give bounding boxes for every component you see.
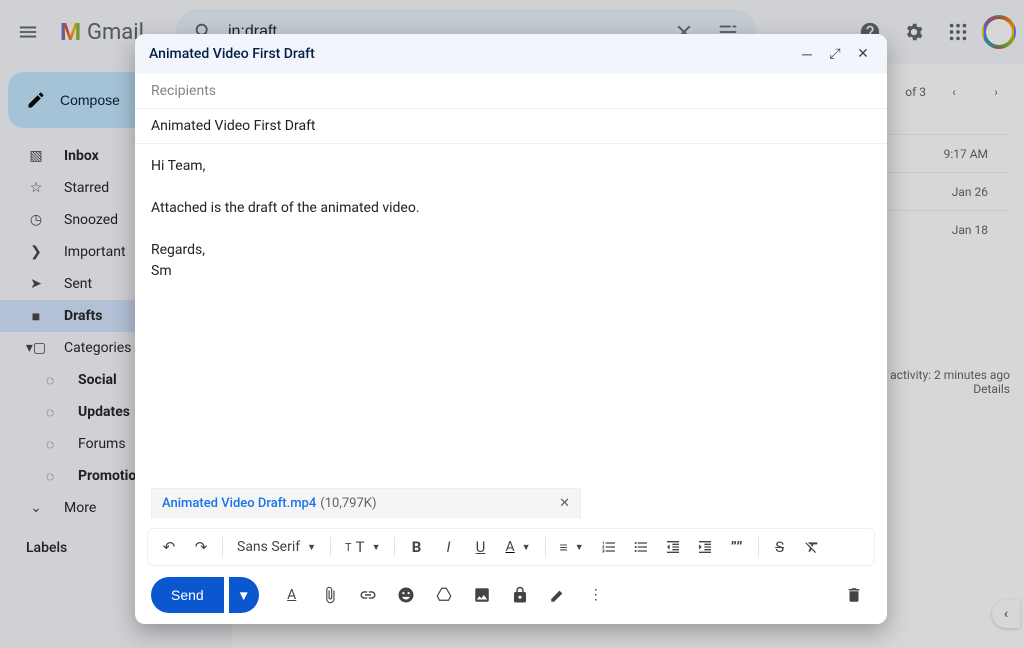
insert-photo-button[interactable] xyxy=(465,578,499,612)
send-bar: Send ▼ A ⋮ xyxy=(135,566,887,624)
recipients-field[interactable]: Recipients xyxy=(135,74,887,109)
remove-attachment-button[interactable]: ✕ xyxy=(559,496,570,511)
indent-more-button[interactable] xyxy=(690,532,720,562)
align-button[interactable]: ≡▼ xyxy=(552,532,592,562)
font-size-select[interactable]: TT▼ xyxy=(337,532,388,562)
minimize-button[interactable]: ─ xyxy=(797,44,817,64)
confidential-mode-button[interactable] xyxy=(503,578,537,612)
redo-button[interactable]: ↷ xyxy=(186,532,216,562)
expand-button[interactable]: ⤢ xyxy=(825,44,845,64)
text-color-button[interactable]: A▼ xyxy=(497,532,538,562)
underline-button[interactable]: U xyxy=(465,532,495,562)
format-toolbar: ↶ ↷ Sans Serif▼ TT▼ B I U A▼ ≡▼ ”” S xyxy=(147,528,875,566)
bold-button[interactable]: B xyxy=(401,532,431,562)
insert-signature-button[interactable] xyxy=(541,578,575,612)
discard-draft-button[interactable] xyxy=(837,578,871,612)
send-options-button[interactable]: ▼ xyxy=(229,577,259,613)
more-options-button[interactable]: ⋮ xyxy=(579,578,613,612)
format-toggle-button[interactable]: A xyxy=(275,578,309,612)
remove-formatting-button[interactable] xyxy=(797,532,827,562)
insert-drive-button[interactable] xyxy=(427,578,461,612)
attach-file-button[interactable] xyxy=(313,578,347,612)
italic-button[interactable]: I xyxy=(433,532,463,562)
close-button[interactable]: ✕ xyxy=(853,44,873,64)
attachment-name: Animated Video Draft.mp4 xyxy=(162,496,316,511)
font-family-select[interactable]: Sans Serif▼ xyxy=(229,532,324,562)
bulleted-list-button[interactable] xyxy=(626,532,656,562)
compose-dialog: Animated Video First Draft ─ ⤢ ✕ Recipie… xyxy=(135,34,887,624)
insert-emoji-button[interactable] xyxy=(389,578,423,612)
insert-link-button[interactable] xyxy=(351,578,385,612)
subject-field[interactable]: Animated Video First Draft xyxy=(135,109,887,144)
quote-button[interactable]: ”” xyxy=(722,532,752,562)
strikethrough-button[interactable]: S xyxy=(765,532,795,562)
attachment-size: (10,797K) xyxy=(320,496,376,511)
numbered-list-button[interactable] xyxy=(594,532,624,562)
dialog-title: Animated Video First Draft xyxy=(149,46,315,62)
send-button[interactable]: Send xyxy=(151,577,224,613)
message-body[interactable]: Hi Team, Attached is the draft of the an… xyxy=(135,144,887,488)
indent-less-button[interactable] xyxy=(658,532,688,562)
dialog-header[interactable]: Animated Video First Draft ─ ⤢ ✕ xyxy=(135,34,887,74)
undo-button[interactable]: ↶ xyxy=(154,532,184,562)
attachment-chip[interactable]: Animated Video Draft.mp4 (10,797K) ✕ xyxy=(151,488,581,518)
